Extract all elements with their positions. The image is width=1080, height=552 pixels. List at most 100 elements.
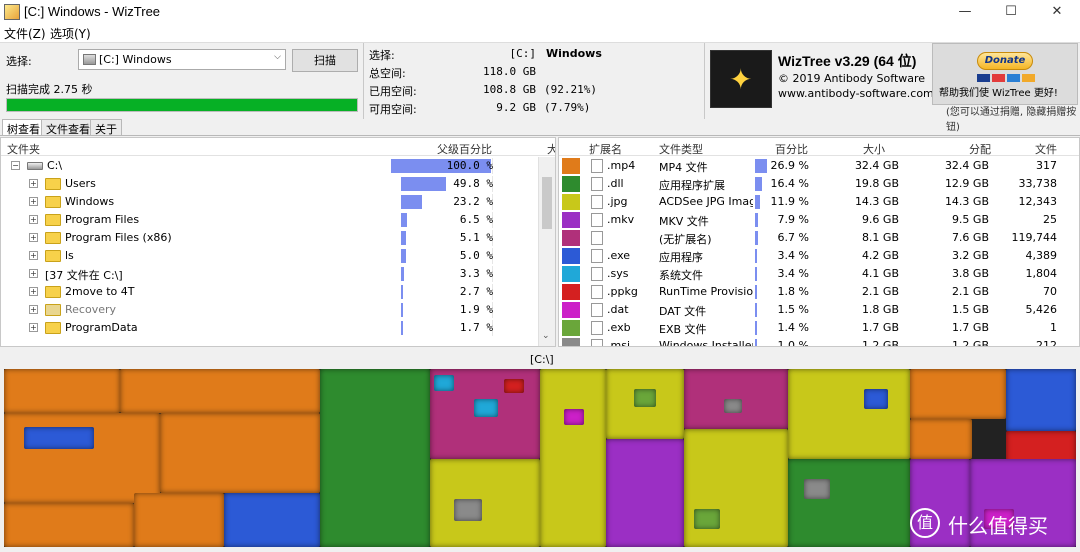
column-folder[interactable]: 文件夹 (7, 141, 40, 157)
select-label: 选择: (6, 55, 32, 68)
color-swatch (562, 338, 580, 346)
maximize-button[interactable]: ☐ (988, 0, 1034, 24)
tree-row[interactable]: +2move to 4T 2.7 % (1, 283, 541, 301)
tab-tree-view[interactable]: 树查看 (2, 119, 45, 136)
column-file-type[interactable]: 文件类型 (659, 141, 703, 157)
expand-toggle-icon[interactable]: + (29, 251, 38, 260)
tab-about[interactable]: 关于 (90, 119, 122, 136)
expand-toggle-icon[interactable]: + (29, 323, 38, 332)
donate-button[interactable]: Donate (977, 52, 1033, 70)
top-panel: 选择: [C:] Windows ⌵ 扫描 扫描完成 2.75 秒 选择: [C… (0, 42, 1080, 119)
treemap-block[interactable] (634, 389, 656, 407)
tree-row[interactable]: + [37 文件在 C:\] 3.3 % (1, 265, 541, 283)
ext-row[interactable]: .dat DAT 文件 1.5 % 1.8 GB 1.5 GB 5,426 (559, 301, 1079, 319)
expand-toggle-icon[interactable]: + (29, 305, 38, 314)
ext-row[interactable]: (无扩展名) 6.7 % 8.1 GB 7.6 GB 119,744 (559, 229, 1079, 247)
column-percent[interactable]: 百分比 (775, 141, 808, 157)
tree-row[interactable]: + ProgramData 1.7 % (1, 319, 541, 337)
column-extension[interactable]: 扩展名 (589, 141, 622, 157)
treemap-block[interactable] (788, 459, 910, 547)
treemap-block[interactable] (434, 375, 454, 391)
treemap-block[interactable] (910, 369, 1006, 419)
website-link[interactable]: www.antibody-software.com (778, 87, 934, 100)
treemap-block[interactable] (224, 493, 320, 547)
tab-file-view[interactable]: 文件查看 (41, 119, 95, 136)
treemap-block[interactable] (134, 493, 224, 547)
file-type-cell: 系统文件 (659, 269, 703, 282)
treemap-block[interactable] (474, 399, 498, 417)
treemap-block[interactable] (120, 369, 320, 413)
tree-row[interactable]: − C:\ 100.0 % (1, 157, 541, 175)
treemap-block[interactable] (910, 419, 972, 459)
folder-icon (45, 232, 61, 244)
treemap-block[interactable] (454, 499, 482, 521)
extension-cell: .mkv (607, 213, 635, 226)
treemap-block[interactable] (606, 439, 684, 547)
ext-row[interactable]: .exe 应用程序 3.4 % 4.2 GB 3.2 GB 4,389 (559, 247, 1079, 265)
expand-toggle-icon[interactable]: + (29, 269, 38, 278)
folder-icon (45, 250, 61, 262)
ext-row[interactable]: .dll 应用程序扩展 16.4 % 19.8 GB 12.9 GB 33,738 (559, 175, 1079, 193)
gear-folder-icon (45, 304, 61, 316)
treemap-block[interactable] (864, 389, 888, 409)
treemap-block[interactable] (160, 413, 320, 493)
folder-tree-panel: 文件夹 父级百分比 大 − C:\ 100.0 % + Users 49.8 % + Wind… (0, 137, 556, 347)
treemap-block[interactable] (684, 429, 788, 547)
close-button[interactable]: ✕ (1034, 0, 1080, 24)
expand-toggle-icon[interactable]: − (11, 161, 20, 170)
treemap-block[interactable] (320, 369, 430, 547)
expand-toggle-icon[interactable]: + (29, 233, 38, 242)
ext-row[interactable]: .jpg ACDSee JPG Image 11.9 % 14.3 GB 14.3 GB… (559, 193, 1079, 211)
drive-select[interactable]: [C:] Windows ⌵ (78, 49, 286, 70)
column-allocated[interactable]: 分配 (969, 141, 991, 157)
chevron-down-icon[interactable]: ⌄ (542, 331, 550, 341)
info-select-name: Windows (546, 47, 602, 60)
expand-toggle-icon[interactable]: + (29, 197, 38, 206)
ext-row[interactable]: .msi Windows Installer P 1.0 % 1.2 GB 1.2 GB… (559, 337, 1079, 346)
treemap-block[interactable] (724, 399, 742, 413)
percent-cell: 1.8 % (777, 285, 809, 298)
treemap-block[interactable] (430, 459, 540, 547)
tree-row[interactable]: + Program Files (x86) 5.1 % (1, 229, 541, 247)
treemap-block[interactable] (694, 509, 720, 529)
treemap-path: [C:\] (530, 353, 554, 366)
ext-row[interactable]: .ppkg RunTime Provisionir 1.8 % 2.1 GB 2.1 G… (559, 283, 1079, 301)
expand-toggle-icon[interactable]: + (29, 287, 38, 296)
ext-row[interactable]: .mp4 MP4 文件 26.9 % 32.4 GB 32.4 GB 317 (559, 157, 1079, 175)
ext-row[interactable]: .sys 系统文件 3.4 % 4.1 GB 3.8 GB 1,804 (559, 265, 1079, 283)
column-files[interactable]: 文件 (1035, 141, 1057, 157)
ext-row[interactable]: .mkv MKV 文件 7.9 % 9.6 GB 9.5 GB 25 (559, 211, 1079, 229)
minimize-button[interactable]: — (942, 0, 988, 24)
tree-row[interactable]: + ls 5.0 % (1, 247, 541, 265)
tree-row[interactable]: + Users 49.8 % (1, 175, 541, 193)
menu-file[interactable]: 文件(Z) (4, 25, 46, 42)
tree-row[interactable]: + Program Files 6.5 % (1, 211, 541, 229)
scrollbar-thumb[interactable] (542, 177, 552, 229)
treemap-block[interactable] (504, 379, 524, 393)
treemap-block[interactable] (804, 479, 830, 499)
file-icon (591, 231, 603, 245)
menu-options[interactable]: 选项(Y) (50, 25, 91, 42)
files-cell: 25 (1043, 213, 1057, 226)
tree-scrollbar[interactable]: ⌄ (538, 157, 555, 346)
tree-row[interactable]: + Windows 23.2 % (1, 193, 541, 211)
expand-toggle-icon[interactable]: + (29, 215, 38, 224)
column-size[interactable]: 大小 (863, 141, 885, 157)
column-parent-pct[interactable]: 父级百分比 (437, 141, 492, 157)
treemap-block[interactable] (564, 409, 584, 425)
allocated-cell: 3.2 GB (951, 249, 989, 262)
column-size[interactable]: 大 (547, 141, 555, 157)
expand-toggle-icon[interactable]: + (29, 179, 38, 188)
treemap-block[interactable] (1006, 369, 1076, 431)
title-bar: [C:] Windows - WizTree — ☐ ✕ (0, 0, 1080, 24)
treemap-block[interactable] (788, 369, 910, 459)
treemap-block[interactable] (4, 369, 120, 413)
treemap-block[interactable] (540, 369, 606, 547)
scan-button[interactable]: 扫描 (292, 49, 358, 72)
pct-value: 5.0 % (459, 249, 493, 262)
file-icon (591, 339, 603, 346)
ext-row[interactable]: .exb EXB 文件 1.4 % 1.7 GB 1.7 GB 1 (559, 319, 1079, 337)
tree-row[interactable]: + Recovery 1.9 % (1, 301, 541, 319)
treemap-block[interactable] (24, 427, 94, 449)
treemap-block[interactable] (4, 503, 134, 547)
